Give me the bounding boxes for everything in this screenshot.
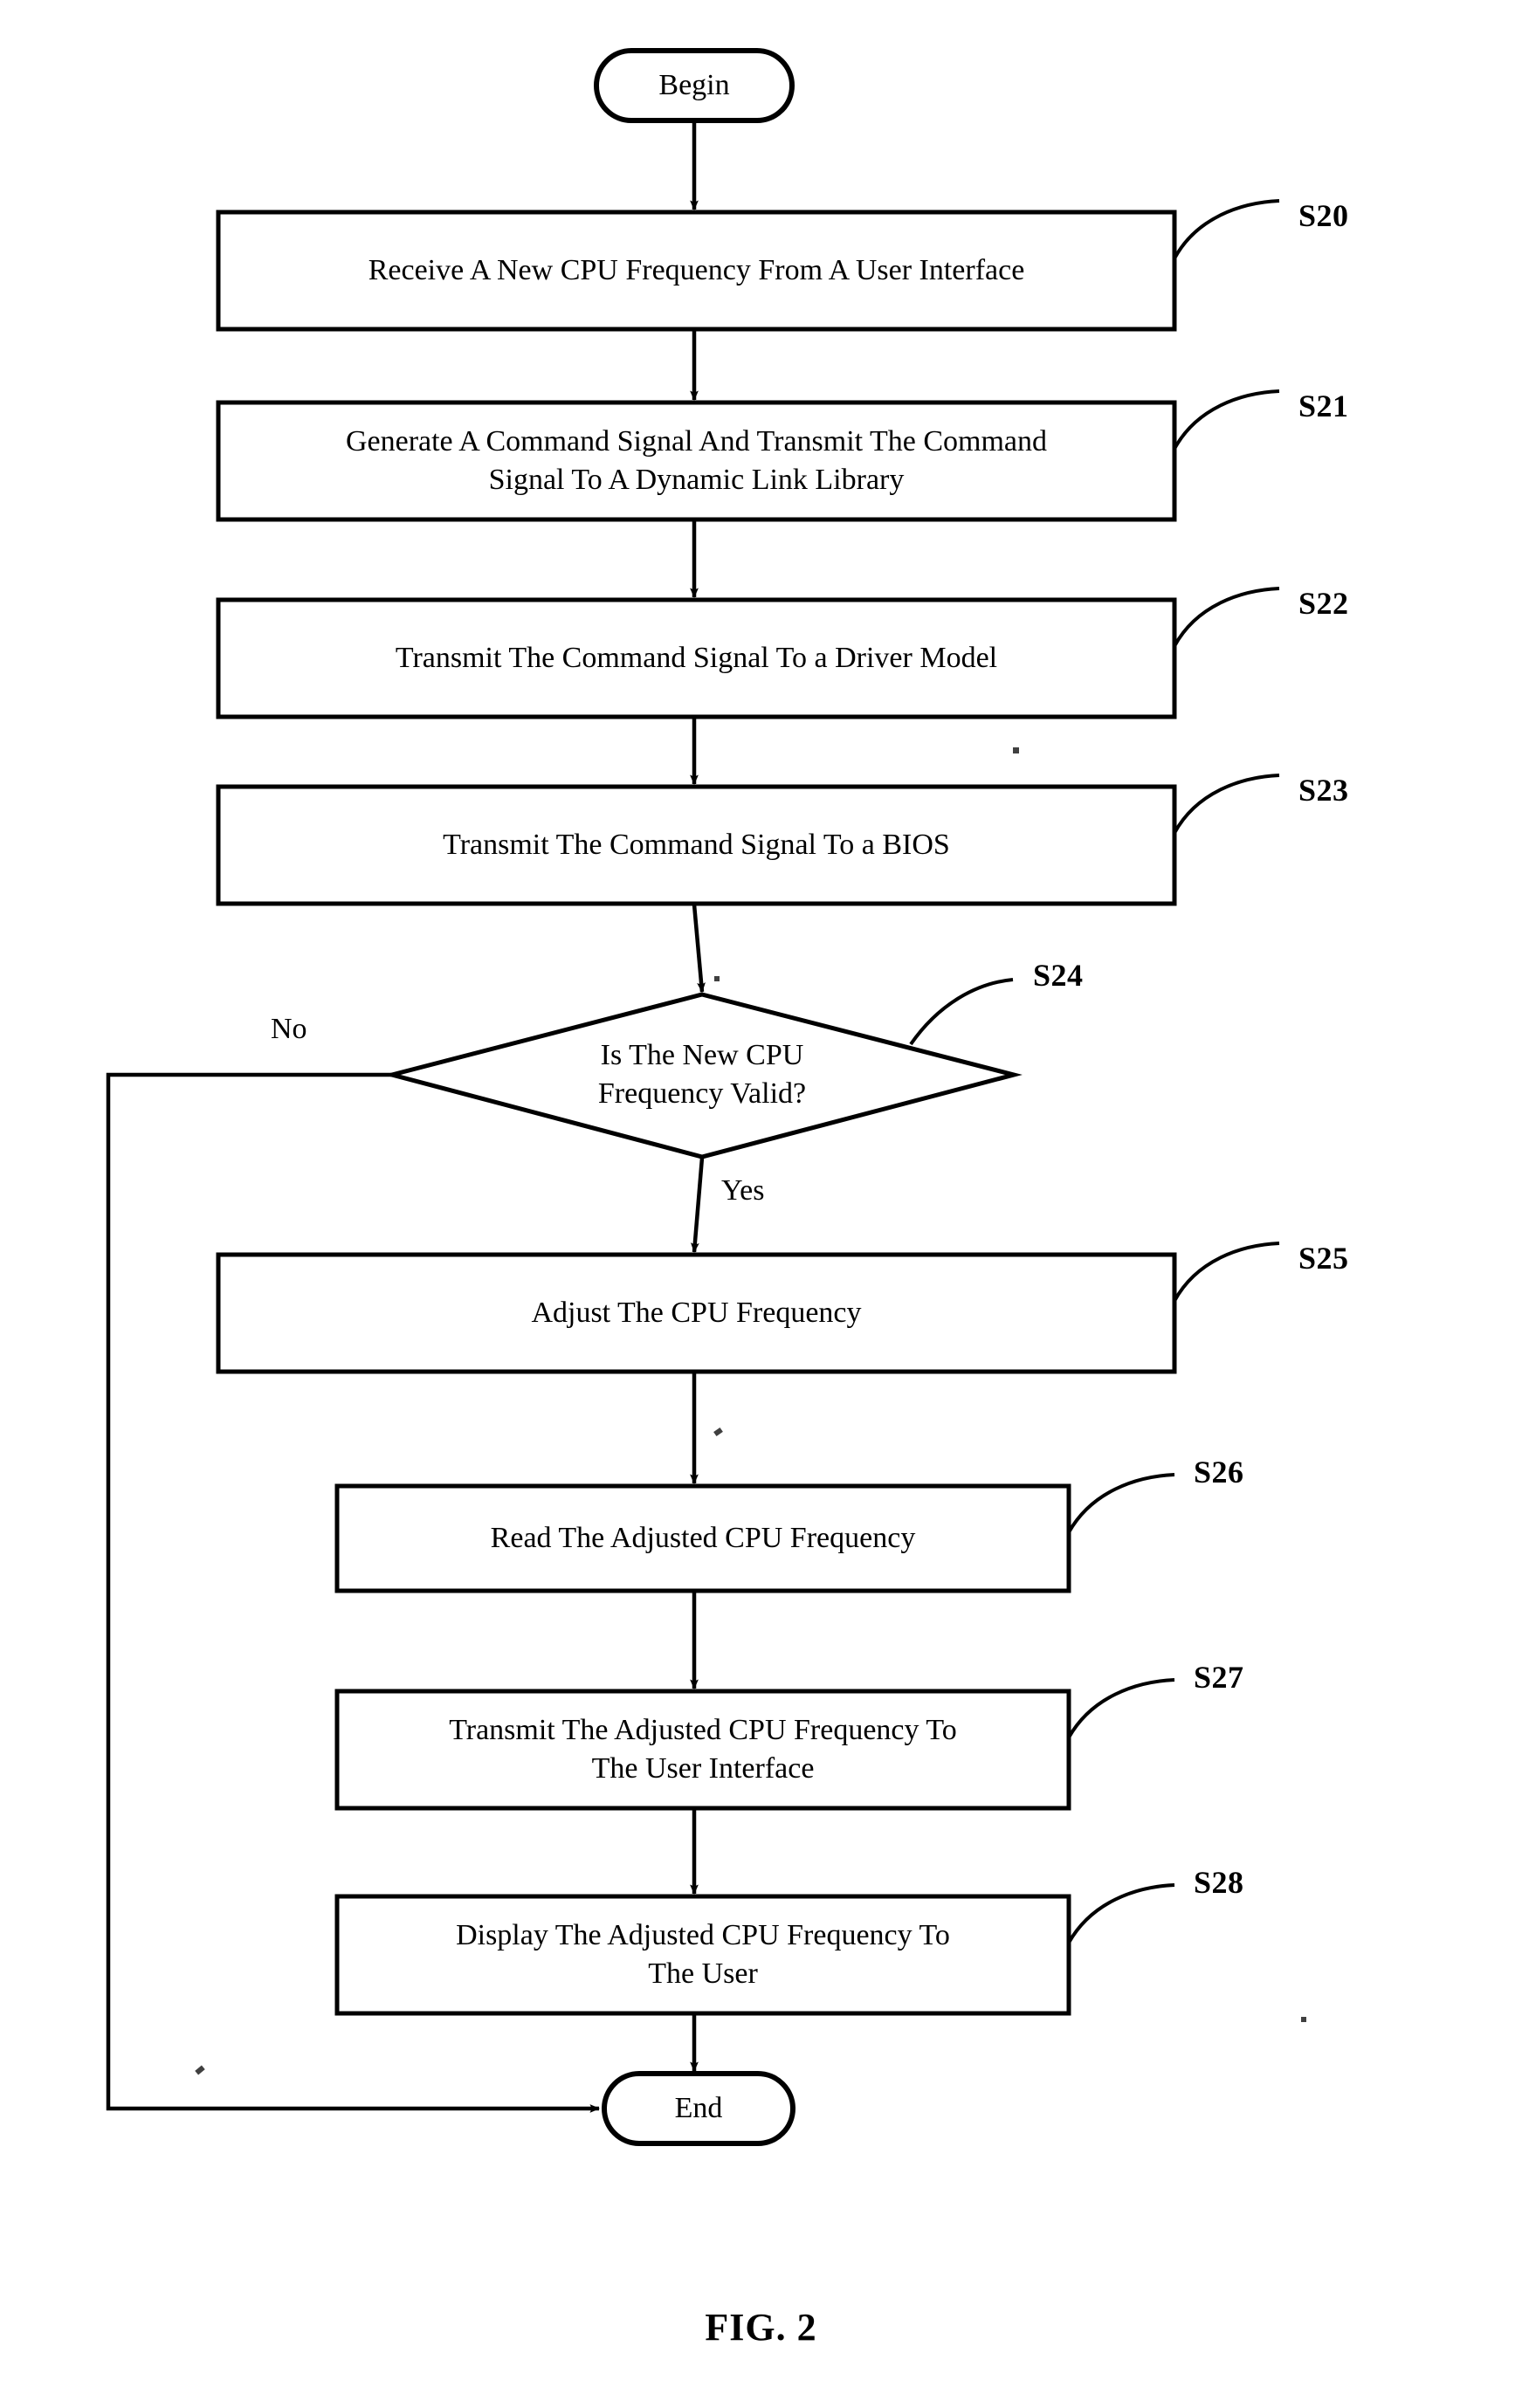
step-ref-s28: S28 [1194,1865,1244,1900]
end-terminator-shape [602,2071,795,2146]
scan-speck [1301,2017,1306,2022]
scan-speck [1013,747,1019,753]
leader-line-s22 [1173,587,1280,647]
leader-line-s20 [1173,199,1280,259]
step-ref-s26: S26 [1194,1455,1244,1490]
s21-process-shape [216,400,1177,522]
step-ref-s25: S25 [1298,1241,1349,1276]
edge-s24-yes-to-s25 [690,1157,705,1253]
branch-label-yes: Yes [721,1174,765,1207]
s20-process-shape [216,210,1177,332]
scan-speck [714,976,720,981]
step-ref-s23: S23 [1298,773,1349,808]
leader-line-s23 [1173,774,1280,834]
edge-s23-to-s24 [692,904,706,993]
leader-line-s28 [1067,1883,1175,1944]
s25-process-shape [216,1252,1177,1374]
s28-process-shape [334,1894,1071,2016]
patent-figure-page: Begin Receive A New CPU Frequency From A… [0,0,1522,2408]
s22-process-shape [216,597,1177,719]
leader-line-s24 [909,978,1014,1046]
figure-caption: FIG. 2 [705,2306,817,2349]
branch-label-no: No [271,1013,307,1045]
step-ref-s20: S20 [1298,198,1349,233]
step-ref-s24: S24 [1033,958,1084,993]
s24-decision-shape [383,992,1023,1159]
begin-terminator-shape [594,48,795,123]
s27-process-shape [334,1689,1071,1811]
step-ref-s21: S21 [1298,389,1349,423]
leader-line-s21 [1173,389,1280,450]
leader-line-s25 [1173,1242,1280,1302]
s23-process-shape [216,784,1177,906]
leader-line-s26 [1067,1473,1175,1533]
step-ref-s27: S27 [1194,1660,1244,1695]
leader-line-s27 [1067,1678,1175,1738]
s26-process-shape [334,1483,1071,1593]
step-ref-s22: S22 [1298,586,1349,621]
